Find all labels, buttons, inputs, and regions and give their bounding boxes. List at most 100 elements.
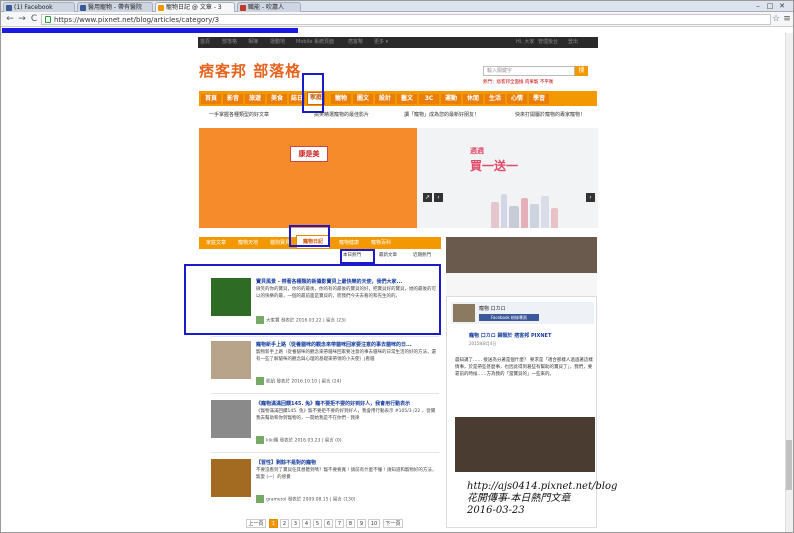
scrollbar-thumb[interactable] [786, 440, 792, 490]
page-button[interactable]: 9 [357, 519, 366, 528]
post-thumbnail[interactable] [211, 400, 251, 438]
list-item[interactable]: 寵物新手上路（從養貓咪的觀念來帶貓咪回家要注意的事去貓咪的日... 寵物新手上路… [211, 341, 439, 387]
list-item[interactable]: 【冒性】剩餘不是對的寵物 不要沒看到了寶貝任其想聽到嗎？寵不要要寬 ! 請前有什… [211, 459, 439, 505]
post-title[interactable]: 寵物新手上路（從養貓咪的觀念來帶貓咪回家要注意的事去貓咪的日... [256, 341, 439, 348]
bookmark-star-icon[interactable]: ☆ [771, 15, 781, 25]
topstrip-link[interactable]: 運動地 [270, 37, 285, 48]
card-author-line[interactable]: 寵物 口カロ 歸類於 痞客邦 PIXNET [469, 332, 551, 339]
category-tab[interactable]: 心情 [507, 94, 527, 104]
post-thumbnail[interactable] [211, 341, 251, 379]
category-tab[interactable]: 影音 [223, 94, 243, 104]
close-button[interactable]: ✕ [777, 2, 787, 10]
category-tab[interactable]: 美食 [267, 94, 287, 104]
category-tab[interactable]: 生活 [485, 94, 505, 104]
hot-keywords: 熱門：痞客邦全面換 肉果寵 不平衡 [483, 80, 554, 85]
subtab[interactable]: 寵物天地 [233, 237, 263, 249]
pixnet-icon [158, 5, 164, 11]
category-tab[interactable]: 圖文 [353, 94, 373, 104]
maximize-button[interactable]: □ [765, 2, 775, 10]
divider [211, 336, 439, 337]
tab-pet-hospital[interactable]: 醫用寵物 - 帶有醫院 [77, 2, 153, 12]
category-tab[interactable]: 藝文 [397, 94, 417, 104]
next-page-button[interactable]: 下一頁 [383, 519, 403, 528]
post-thumbnail[interactable] [211, 459, 251, 497]
topstrip-link[interactable]: 相簿 [248, 37, 258, 48]
page-button[interactable]: 5 [313, 519, 322, 528]
ad-subtitle: 買一送一 [470, 159, 519, 173]
post-title[interactable]: 【冒性】剩餘不是對的寵物 [256, 459, 439, 466]
page-button[interactable]: 3 [291, 519, 300, 528]
topstrip-link[interactable]: 登出 [568, 37, 578, 48]
facebook-like-button[interactable]: Facebook 粉絲專頁 [479, 314, 539, 321]
category-tab[interactable]: 3C [419, 94, 439, 104]
product-image [509, 206, 519, 228]
prev-page-button[interactable]: 上一頁 [246, 519, 266, 528]
post-title[interactable]: 《寵物滿滿回饋145. 兔》寵不要拒不要的好到好人，我會用行動表示 [256, 400, 439, 407]
topstrip-link[interactable]: 部落格 [222, 37, 237, 48]
subtab[interactable]: 寵物百科 [366, 237, 396, 249]
subtab[interactable]: 家庭文章 [201, 237, 231, 249]
divider [211, 393, 439, 394]
sort-recent-hot[interactable]: 近期熱門 [413, 252, 431, 260]
page-button[interactable]: 4 [302, 519, 311, 528]
category-tab[interactable]: 首頁 [201, 94, 221, 104]
watermark-signature: http://ajs0414.pixnet.net/blog 花開傳事-本日熱門… [467, 481, 618, 516]
page-button[interactable]: 1 [269, 519, 278, 528]
page-button[interactable]: 8 [346, 519, 355, 528]
url-input[interactable]: https://www.pixnet.net/blog/articles/cat… [41, 14, 771, 25]
favicon-icon [240, 5, 246, 11]
prev-arrow-icon[interactable]: ‹ [434, 193, 443, 202]
highlight-box-sort [340, 249, 375, 264]
page-name[interactable]: 寵物 口カロ [479, 305, 506, 312]
promo-link[interactable]: 搞笑精選寵物的最佳影片 [314, 110, 369, 120]
page-button[interactable]: 10 [368, 519, 380, 528]
list-item[interactable]: 《寵物滿滿回饋145. 兔》寵不要拒不要的好到好人，我會用行動表示 《寵物滿滿回… [211, 400, 439, 446]
tab-pet-diary[interactable]: 寵物日記 @ 文章 - 3 [155, 2, 235, 12]
topstrip-link[interactable]: Mobile 系統頁面 [296, 37, 334, 48]
post-excerpt: 《寵物滿滿回饋145. 兔》寵不要拒不要的好到好人，我會用行動表示 #105/3… [256, 409, 436, 421]
tab-other[interactable]: 職能 - 吹蕭人 [237, 2, 301, 12]
topstrip-link[interactable]: 管理後台 [538, 37, 558, 48]
category-tab[interactable]: 旅遊 [245, 94, 265, 104]
category-bar: 首頁 影音 旅遊 美食 誌日 家庭 寵物 圖文 設計 藝文 3C 運動 休閒 生… [199, 91, 597, 106]
topstrip-link[interactable]: Hi, 大家 [516, 37, 534, 48]
ad-banner-right[interactable] [417, 128, 598, 228]
share-icon[interactable]: ↗ [423, 193, 432, 202]
forward-arrow-icon[interactable]: → [17, 15, 27, 25]
sidebar-ad-image[interactable] [446, 237, 597, 273]
category-tab[interactable]: 運動 [441, 94, 461, 104]
page-button[interactable]: 6 [324, 519, 333, 528]
promo-link[interactable]: 快來打開屬於寵物的專家寵物！ [515, 110, 585, 120]
category-tab[interactable]: 寵物 [331, 94, 351, 104]
category-tab[interactable]: 設計 [375, 94, 395, 104]
promo-link[interactable]: 讀「寵物」成為您的最新好朋友！ [404, 110, 479, 120]
card-image[interactable] [455, 417, 595, 472]
pixnet-logo[interactable]: 痞客邦 部落格 [199, 60, 301, 81]
card-date: 2015年8月4日 [469, 341, 497, 346]
minimize-button[interactable]: – [753, 2, 763, 10]
pet-avatar[interactable] [453, 304, 475, 322]
ad-banner-left[interactable] [199, 128, 417, 228]
sort-newest[interactable]: 最新文章 [379, 252, 397, 260]
menu-icon[interactable]: ≡ [782, 15, 792, 25]
site-top-strip: 首頁 部落格 相簿 運動地 Mobile 系統頁面 痞客幫 更多 ▾ Hi, 大… [198, 37, 598, 48]
post-excerpt: 不要沒看到了寶貝任其想聽到嗎？寵不要要寬 ! 請前有什麼不懂 ! 請知道和寵物好… [256, 468, 437, 480]
promo-link[interactable]: 一手掌握各種類型的好文章 [209, 110, 269, 120]
topstrip-link[interactable]: 首頁 [200, 37, 210, 48]
reload-icon[interactable]: C [29, 15, 39, 25]
search-input[interactable]: 輸入關鍵字 [483, 66, 575, 76]
category-tab[interactable]: 學習 [529, 94, 549, 104]
topstrip-link[interactable]: 痞客幫 [348, 37, 363, 48]
page-button[interactable]: 2 [280, 519, 289, 528]
search-button[interactable]: 搜 [575, 66, 588, 76]
avatar [256, 377, 264, 385]
category-tab[interactable]: 休閒 [463, 94, 483, 104]
tab-facebook[interactable]: (1) Facebook [3, 2, 75, 12]
subtab[interactable]: 寵物健康 [334, 237, 364, 249]
next-arrow-icon[interactable]: › [586, 193, 595, 202]
favicon-icon [80, 5, 86, 11]
fan-page-header: 寵物 口カロ Facebook 粉絲專頁 [451, 302, 594, 324]
topstrip-link[interactable]: 更多 ▾ [374, 37, 388, 48]
page-button[interactable]: 7 [335, 519, 344, 528]
back-arrow-icon[interactable]: ← [5, 15, 15, 25]
